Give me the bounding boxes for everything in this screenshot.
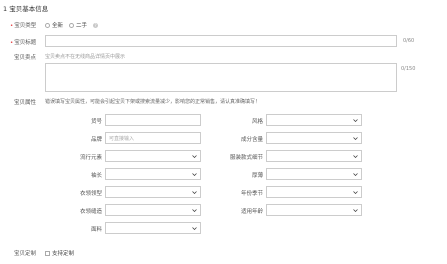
attr-label-brand: 品牌 [90, 137, 102, 143]
attributes-warning-note: 错误填写宝贝属性，可能会引起宝贝下架或搜索流量减少，影响您的正常销售，请认真准确… [45, 99, 261, 105]
attr-label-item-number: 货号 [90, 119, 102, 125]
attr-label-collar-type: 衣领领型 [79, 191, 102, 197]
attr-sleeve-length-select[interactable] [105, 168, 201, 180]
attr-year-season-select[interactable] [266, 186, 362, 198]
attributes-label: 宝贝属性 [14, 100, 37, 106]
radio-used[interactable] [69, 22, 75, 28]
chevron-down-icon [353, 154, 358, 158]
attr-label-style: 风格 [251, 119, 263, 125]
attr-label-style-detail: 服装款式细节 [229, 155, 263, 161]
attr-fabric-select[interactable] [105, 222, 201, 234]
selling-point-counter: 0/150 [401, 66, 416, 72]
item-type-new-option[interactable]: 全新 [45, 21, 63, 29]
item-type-used-option[interactable]: 二手 [69, 21, 87, 29]
chevron-down-icon [353, 136, 358, 140]
attr-composition-select[interactable] [266, 132, 362, 144]
attr-trend-element-select[interactable] [105, 150, 201, 162]
attr-age-group-select[interactable] [266, 204, 362, 216]
attr-label-composition: 成分含量 [240, 137, 263, 143]
item-title-counter: 0/60 [403, 38, 415, 44]
attr-style-select[interactable] [266, 114, 362, 126]
selling-point-hint: 宝贝卖点不在无线商品详情页中展示 [45, 54, 126, 60]
item-type-radio-group: 全新 二手 ? [45, 21, 99, 29]
attr-label-sleeve-length: 袖长 [90, 173, 102, 179]
chevron-down-icon [192, 226, 197, 230]
item-title-label: •宝贝标题 [10, 40, 37, 46]
chevron-down-icon [192, 208, 197, 212]
attr-label-year-season: 年份季节 [240, 191, 263, 197]
chevron-down-icon [353, 190, 358, 194]
attr-brand-input[interactable]: 可直接输入 [105, 132, 201, 144]
chevron-down-icon [353, 118, 358, 122]
attr-collar-type-select[interactable] [105, 186, 201, 198]
attr-label-fabric: 面料 [90, 227, 102, 233]
customization-option[interactable]: 支持定制 [45, 249, 74, 257]
selling-point-textarea[interactable] [45, 63, 397, 92]
selling-point-label: 宝贝卖点 [14, 55, 37, 61]
attr-label-collar-craft: 衣领缝造 [79, 209, 102, 215]
required-asterisk: • [10, 40, 14, 46]
radio-new[interactable] [45, 22, 50, 28]
attr-thickness-select[interactable] [266, 168, 362, 180]
section-title: 1 宝贝基本信息 [3, 5, 49, 13]
customization-label: 宝贝定制 [14, 251, 37, 257]
chevron-down-icon [192, 172, 197, 176]
required-asterisk: • [10, 23, 14, 29]
attr-label-trend-element: 流行元素 [79, 155, 102, 161]
attr-label-thickness: 厚薄 [251, 173, 263, 179]
customization-checkbox[interactable] [45, 250, 50, 256]
help-icon[interactable]: ? [93, 22, 99, 28]
attr-item-number-input[interactable] [105, 114, 201, 126]
attr-collar-craft-select[interactable] [105, 204, 201, 216]
chevron-down-icon [353, 172, 358, 176]
attr-label-age-group: 适用年龄 [240, 209, 263, 215]
item-type-label: •宝贝类型 [10, 23, 37, 29]
chevron-down-icon [192, 154, 197, 158]
chevron-down-icon [353, 208, 358, 212]
attr-style-detail-select[interactable] [266, 150, 362, 162]
chevron-down-icon [192, 190, 197, 194]
item-title-input[interactable] [45, 35, 397, 47]
